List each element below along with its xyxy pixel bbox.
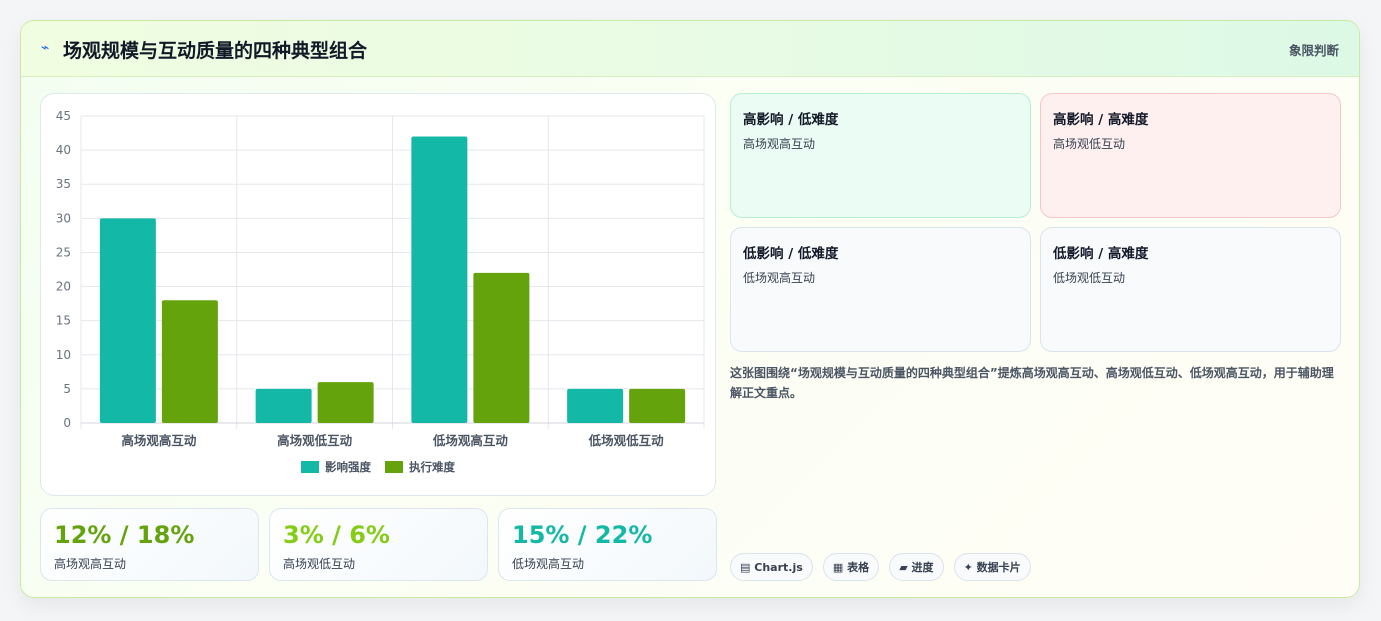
chip-table[interactable]: ▦ 表格 [822,553,880,581]
chip-label: 进度 [911,561,934,574]
stat-value: 12% / 18% [54,521,195,549]
chart-card: ⌁ 场观规模与互动质量的四种典型组合 象限判断 0 5 10 15 20 25 30 35 40… [20,20,1360,598]
bar-2 [473,272,530,423]
chip-row: ▤ Chart.js ▦ 表格 ▰ 进度 ✦ 数据卡片 [730,553,1036,581]
stat-card-2: 3% / 6% 高场观低互动 [269,508,488,581]
quadrant-high-impact-high-difficulty: 高影响 / 高难度 高场观低互动 [1040,93,1341,218]
y-tick-label: 25 [56,245,71,259]
chip-label: Chart.js [754,561,803,574]
x-tick-label: 低场观高互动 [432,433,509,448]
bar-chart-panel: 0 5 10 15 20 25 30 35 40 45 高场观高互动 高场观低互动 低场观高互动 低场观低… [40,93,716,496]
progress-icon: ▰ [899,561,908,574]
x-tick-label: 高场观高互动 [121,433,197,448]
quadrant-title: 高影响 / 低难度 [743,112,839,128]
stat-label: 高场观低互动 [283,557,356,571]
quadrant-low-impact-low-difficulty: 低影响 / 低难度 低场观高互动 [730,227,1031,352]
y-tick-label: 45 [56,109,71,123]
pulse-icon: ⌁ [41,40,50,56]
y-tick-label: 40 [56,143,71,157]
chip-label: 数据卡片 [976,561,1021,574]
chip-progress[interactable]: ▰ 进度 [889,553,944,581]
y-tick-label: 10 [56,348,71,362]
quadrant-title: 高影响 / 高难度 [1053,112,1149,128]
y-tick-label: 20 [56,280,71,294]
stat-card-1: 12% / 18% 高场观高互动 [40,508,259,581]
y-tick-label: 0 [63,416,71,430]
bar-2 [629,388,686,423]
legend-label: 执行难度 [409,460,455,474]
bar-1 [99,218,156,423]
y-tick-label: 30 [56,211,71,225]
legend-swatch [385,461,403,473]
chip-label: 表格 [847,561,870,574]
card-header: ⌁ 场观规模与互动质量的四种典型组合 象限判断 [21,21,1359,77]
bar-1 [255,388,312,423]
quadrant-subtitle: 高场观低互动 [1053,137,1126,151]
stat-label: 高场观高互动 [54,557,127,571]
chart-icon: ▤ [740,561,751,574]
x-tick-label: 高场观低互动 [277,433,353,448]
quadrant-title: 低影响 / 低难度 [743,246,839,262]
quadrant-low-impact-high-difficulty: 低影响 / 高难度 低场观低互动 [1040,227,1341,352]
legend-label: 影响强度 [325,460,371,474]
quadrant-title: 低影响 / 高难度 [1053,246,1149,262]
stat-label: 低场观高互动 [512,557,585,571]
x-tick-label: 低场观低互动 [588,433,665,448]
quadrant-subtitle: 低场观低互动 [1053,271,1126,285]
stat-value: 3% / 6% [283,521,390,549]
bar-1 [567,388,624,423]
stat-value: 15% / 22% [512,521,653,549]
y-tick-label: 5 [63,382,71,396]
quadrant-subtitle: 高场观高互动 [743,137,816,151]
header-tag: 象限判断 [1288,43,1339,58]
quadrant-subtitle: 低场观高互动 [743,271,816,285]
chip-chartjs[interactable]: ▤ Chart.js [730,553,813,581]
quadrant-high-impact-low-difficulty: 高影响 / 低难度 高场观高互动 [730,93,1031,218]
bar-2 [161,300,218,423]
chip-data-card[interactable]: ✦ 数据卡片 [953,553,1031,581]
sparkle-icon: ✦ [963,561,973,574]
y-tick-label: 15 [56,314,71,328]
legend-swatch [301,461,319,473]
bar-chart: 0 5 10 15 20 25 30 35 40 45 高场观高互动 高场观低互动 低场观高互动 低场观低… [56,109,705,474]
card-title: 场观规模与互动质量的四种典型组合 [63,40,368,62]
y-tick-label: 35 [56,177,71,191]
bar-2 [317,382,374,423]
table-icon: ▦ [832,561,844,574]
stat-card-3: 15% / 22% 低场观高互动 [498,508,717,581]
bar-1 [411,136,468,423]
chart-description: 这张图围绕“场观规模与互动质量的四种典型组合”提炼高场观高互动、高场观低互动、低… [730,366,1334,400]
